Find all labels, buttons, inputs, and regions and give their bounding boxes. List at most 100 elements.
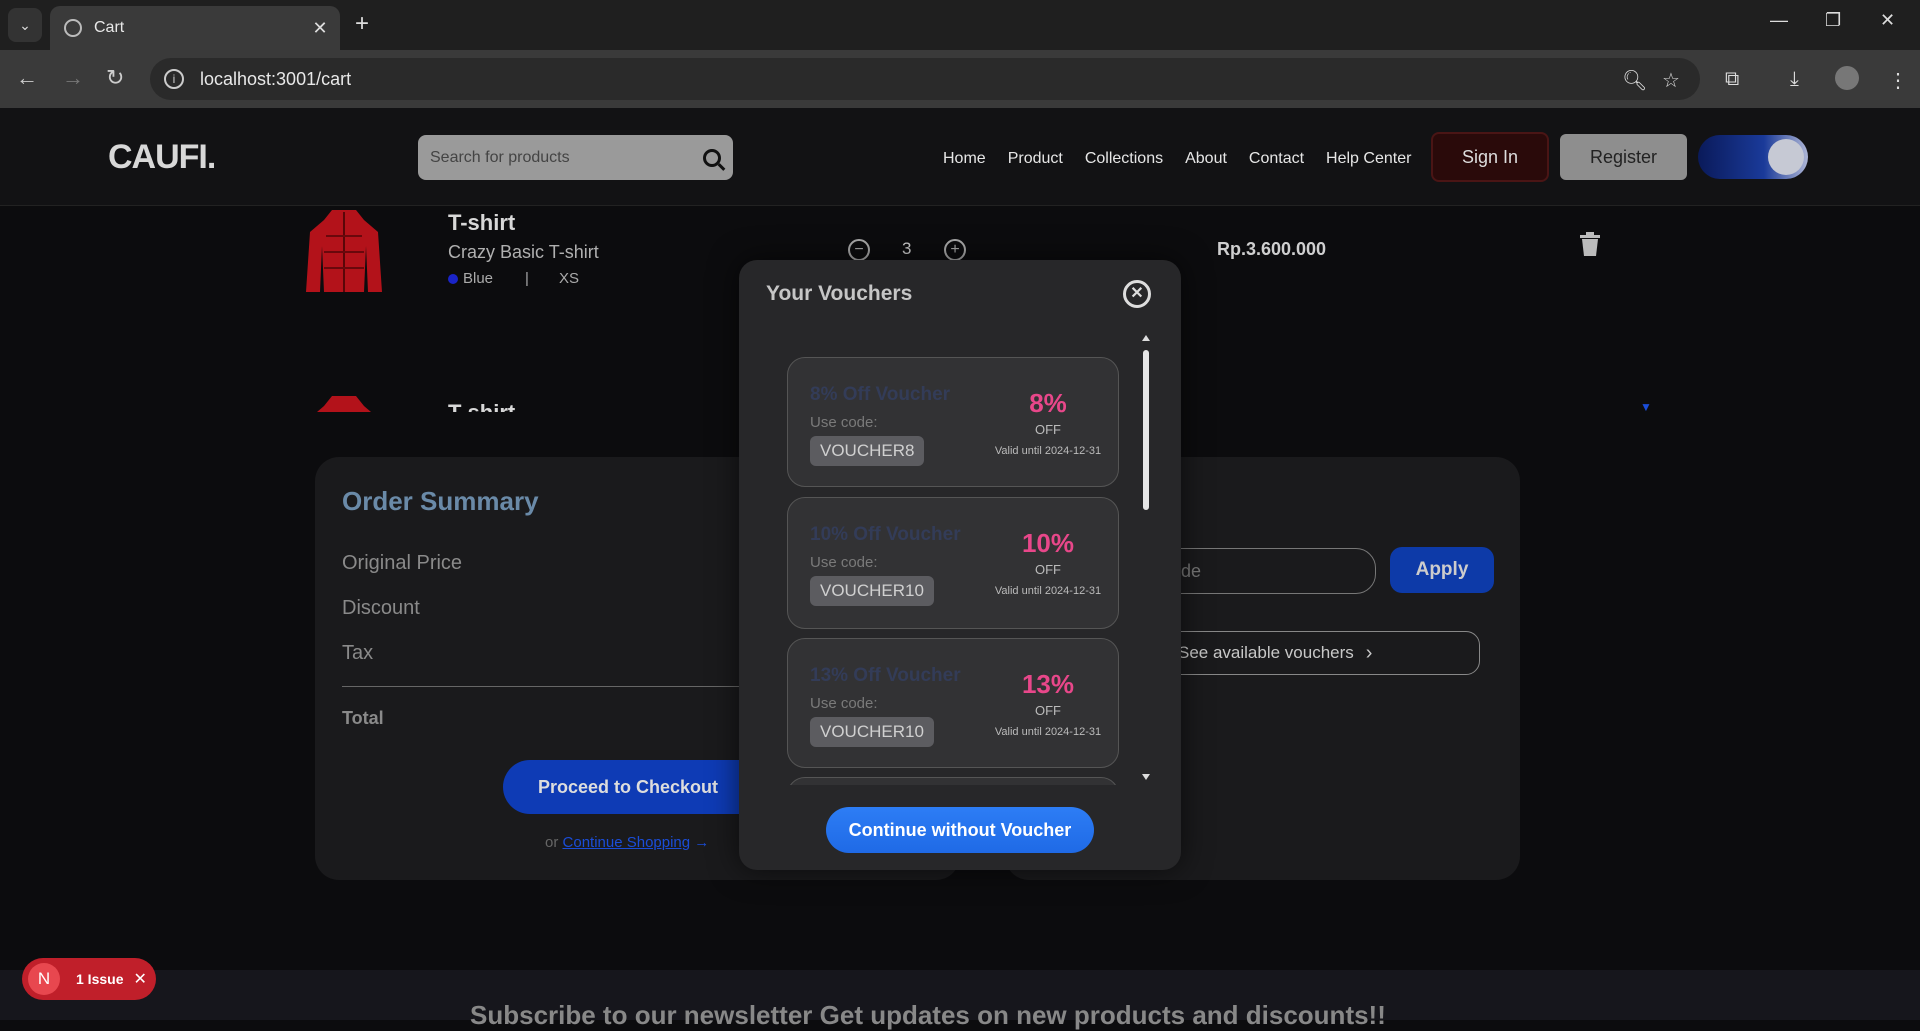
nav-about[interactable]: About <box>1185 150 1227 168</box>
voucher-validity: Valid until 2024-12-31 <box>994 585 1102 597</box>
nav-product[interactable]: Product <box>1008 150 1063 168</box>
nav-contact[interactable]: Contact <box>1249 150 1304 168</box>
modal-title: Your Vouchers <box>766 282 913 305</box>
issue-count[interactable]: 1 Issue <box>76 971 123 987</box>
voucher-validity: Valid until 2024-12-31 <box>994 445 1102 457</box>
item-variant: Blue | XS <box>448 270 579 287</box>
register-button[interactable]: Register <box>1560 134 1687 180</box>
total-label: Total <box>342 708 384 728</box>
browser-toolbar: ← → ↻ i localhost:3001/cart 🔍︎ ☆ ⧉ ⤓ ⋮ <box>0 50 1920 108</box>
browser-tabbar: ⌄ Cart ✕ + — ❐ ✕ <box>0 0 1920 50</box>
profile-avatar[interactable] <box>1835 66 1859 90</box>
increase-qty-button[interactable]: + <box>944 239 966 261</box>
jacket-image <box>317 396 371 412</box>
nav-collections[interactable]: Collections <box>1085 150 1163 168</box>
toggle-knob <box>1768 139 1804 175</box>
apply-button[interactable]: Apply <box>1390 547 1494 593</box>
extensions-icon[interactable]: ⧉ <box>1725 68 1739 91</box>
scrollbar-thumb[interactable] <box>1143 350 1149 510</box>
reload-icon[interactable]: ↻ <box>106 64 124 92</box>
voucher-modal: Your Vouchers ✕ 8% Off Voucher Use code:… <box>739 260 1181 870</box>
forward-icon[interactable]: → <box>62 64 84 92</box>
browser-tab[interactable]: Cart ✕ <box>50 6 340 50</box>
divider <box>342 686 762 687</box>
divider: | <box>525 270 529 287</box>
close-tab-icon[interactable]: ✕ <box>308 18 332 39</box>
voucher-card[interactable]: 10% Off Voucher Use code: VOUCHER10 10% … <box>787 497 1119 629</box>
voucher-list[interactable]: 8% Off Voucher Use code: VOUCHER8 8% OFF… <box>787 355 1122 785</box>
voucher-off: OFF <box>1035 422 1061 437</box>
download-icon[interactable]: ⤓ <box>1790 68 1799 91</box>
voucher-name: 10% Off Voucher <box>810 524 961 545</box>
or-label: or <box>545 834 559 851</box>
voucher-validity: Valid until 2024-12-31 <box>994 726 1102 738</box>
continue-shopping-link[interactable]: Continue Shopping <box>563 834 691 851</box>
voucher-code: VOUCHER8 <box>810 436 925 466</box>
scroll-down-arrow[interactable] <box>1142 774 1150 780</box>
bookmark-star-icon[interactable]: ☆ <box>1662 68 1680 93</box>
nextjs-icon: N <box>28 963 60 995</box>
sign-in-button[interactable]: Sign In <box>1431 132 1549 182</box>
use-code-label: Use code: <box>810 414 878 431</box>
nav-help-center[interactable]: Help Center <box>1326 150 1411 168</box>
globe-icon <box>64 19 82 37</box>
item-description: Crazy Basic T-shirt <box>448 242 599 262</box>
site-info-icon[interactable]: i <box>164 69 184 89</box>
voucher-percent: 13% <box>1021 669 1075 699</box>
discount-label: Discount <box>342 597 420 619</box>
item-color: Blue <box>463 270 494 287</box>
voucher-percent: 8% <box>1029 388 1067 418</box>
tab-title: Cart <box>94 19 125 36</box>
use-code-label: Use code: <box>810 695 878 712</box>
voucher-card[interactable] <box>787 777 1119 785</box>
search-input[interactable]: Search for products <box>418 135 733 180</box>
item-size: XS <box>558 270 579 287</box>
voucher-card[interactable]: 13% Off Voucher Use code: VOUCHER10 13% … <box>787 638 1119 768</box>
close-icon[interactable]: ✕ <box>1123 280 1151 308</box>
close-icon[interactable]: ✕ <box>133 969 146 989</box>
chevron-down-icon: ⌄ <box>19 16 31 33</box>
scroll-up-arrow[interactable] <box>1142 335 1150 341</box>
original-price-label: Original Price <box>342 552 463 574</box>
tax-label: Tax <box>342 642 374 664</box>
voucher-off: OFF <box>1035 562 1061 577</box>
voucher-off: OFF <box>1035 703 1061 718</box>
item-quantity: 3 <box>902 239 912 258</box>
voucher-name: 13% Off Voucher <box>810 665 961 686</box>
chevron-down-icon[interactable]: ▼ <box>1640 400 1652 414</box>
search-placeholder: Search for products <box>430 148 570 166</box>
issue-badge[interactable]: N 1 Issue ✕ <box>22 958 156 1000</box>
checkout-button[interactable]: Proceed to Checkout <box>503 760 773 814</box>
voucher-percent: 10% <box>1021 528 1075 558</box>
continue-without-voucher-button[interactable]: Continue without Voucher <box>826 807 1094 853</box>
back-icon[interactable]: ← <box>16 64 38 92</box>
restore-icon[interactable]: ❐ <box>1825 10 1841 31</box>
theme-toggle[interactable] <box>1698 135 1808 179</box>
search-icon[interactable] <box>703 148 721 167</box>
item-price: Rp.3.600.000 <box>1217 239 1327 259</box>
voucher-name: 8% Off Voucher <box>810 384 951 405</box>
url-text: localhost:3001/cart <box>200 68 352 89</box>
tab-search-button[interactable]: ⌄ <box>8 8 42 42</box>
zoom-icon[interactable]: 🔍︎ <box>1622 68 1647 93</box>
chevron-right-icon: › <box>1365 641 1373 664</box>
use-code-label: Use code: <box>810 554 878 571</box>
item-name: T-shirt <box>448 400 515 412</box>
nav-home[interactable]: Home <box>943 150 986 168</box>
decrease-qty-button[interactable]: − <box>848 239 870 261</box>
voucher-code: VOUCHER10 <box>810 576 934 606</box>
color-swatch <box>448 273 458 284</box>
continue-shopping: or Continue Shopping → <box>545 834 709 851</box>
main-nav: Home Product Collections About Contact H… <box>943 150 1411 168</box>
voucher-card[interactable]: 8% Off Voucher Use code: VOUCHER8 8% OFF… <box>787 357 1119 487</box>
jacket-image <box>306 210 382 292</box>
logo[interactable]: CAUFI. <box>108 138 216 177</box>
menu-kebab-icon[interactable]: ⋮ <box>1888 68 1908 93</box>
close-window-icon[interactable]: ✕ <box>1880 10 1895 31</box>
arrow-right-icon[interactable]: → <box>694 834 709 851</box>
minimize-icon[interactable]: — <box>1770 10 1788 31</box>
new-tab-button[interactable]: + <box>355 12 369 36</box>
address-bar[interactable]: i localhost:3001/cart <box>150 58 1700 100</box>
voucher-code: VOUCHER10 <box>810 717 934 747</box>
trash-icon[interactable] <box>1580 232 1600 256</box>
